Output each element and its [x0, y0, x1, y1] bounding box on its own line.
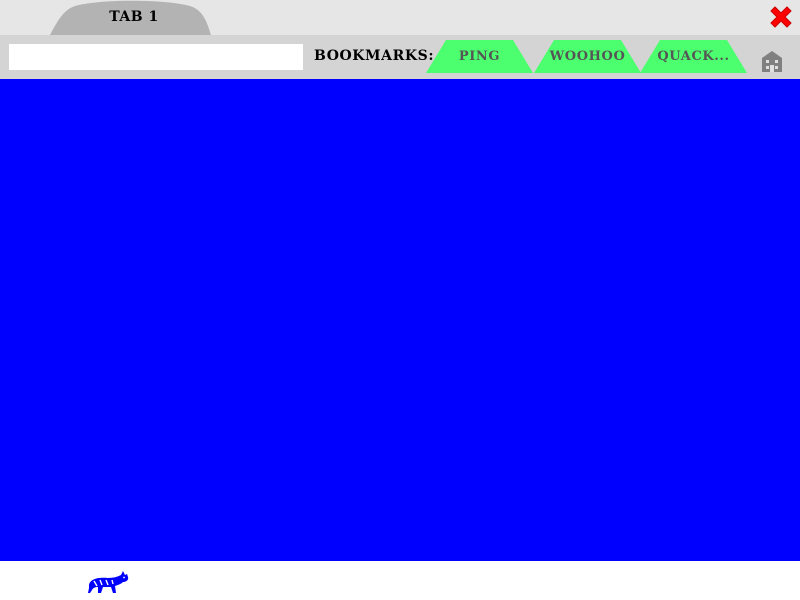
status-bar [0, 561, 800, 600]
bookmark-woohoo[interactable]: WOOHOO [534, 40, 641, 73]
tab-strip: TAB 1 [0, 0, 800, 35]
browser-window: TAB 1 BOOKMARKS: PING WOOHOO QUACK... [0, 0, 800, 600]
home-icon [762, 51, 782, 72]
close-icon [770, 6, 792, 28]
close-button[interactable] [767, 3, 795, 31]
page-content[interactable] [0, 79, 800, 561]
bookmark-label: WOOHOO [549, 49, 626, 64]
tab-1[interactable]: TAB 1 [45, 0, 255, 35]
toolbar: BOOKMARKS: PING WOOHOO QUACK... [0, 35, 800, 79]
animal-icon [88, 571, 129, 593]
mascot [86, 569, 130, 595]
bookmark-quack[interactable]: QUACK... [640, 40, 747, 73]
tab-label: TAB 1 [109, 9, 159, 25]
bookmarks-label: BOOKMARKS: [314, 48, 435, 64]
home-button[interactable] [760, 49, 784, 73]
bookmark-label: QUACK... [657, 49, 730, 64]
bookmark-label: PING [458, 49, 501, 64]
url-input[interactable] [9, 44, 303, 70]
bookmark-ping[interactable]: PING [426, 40, 533, 73]
